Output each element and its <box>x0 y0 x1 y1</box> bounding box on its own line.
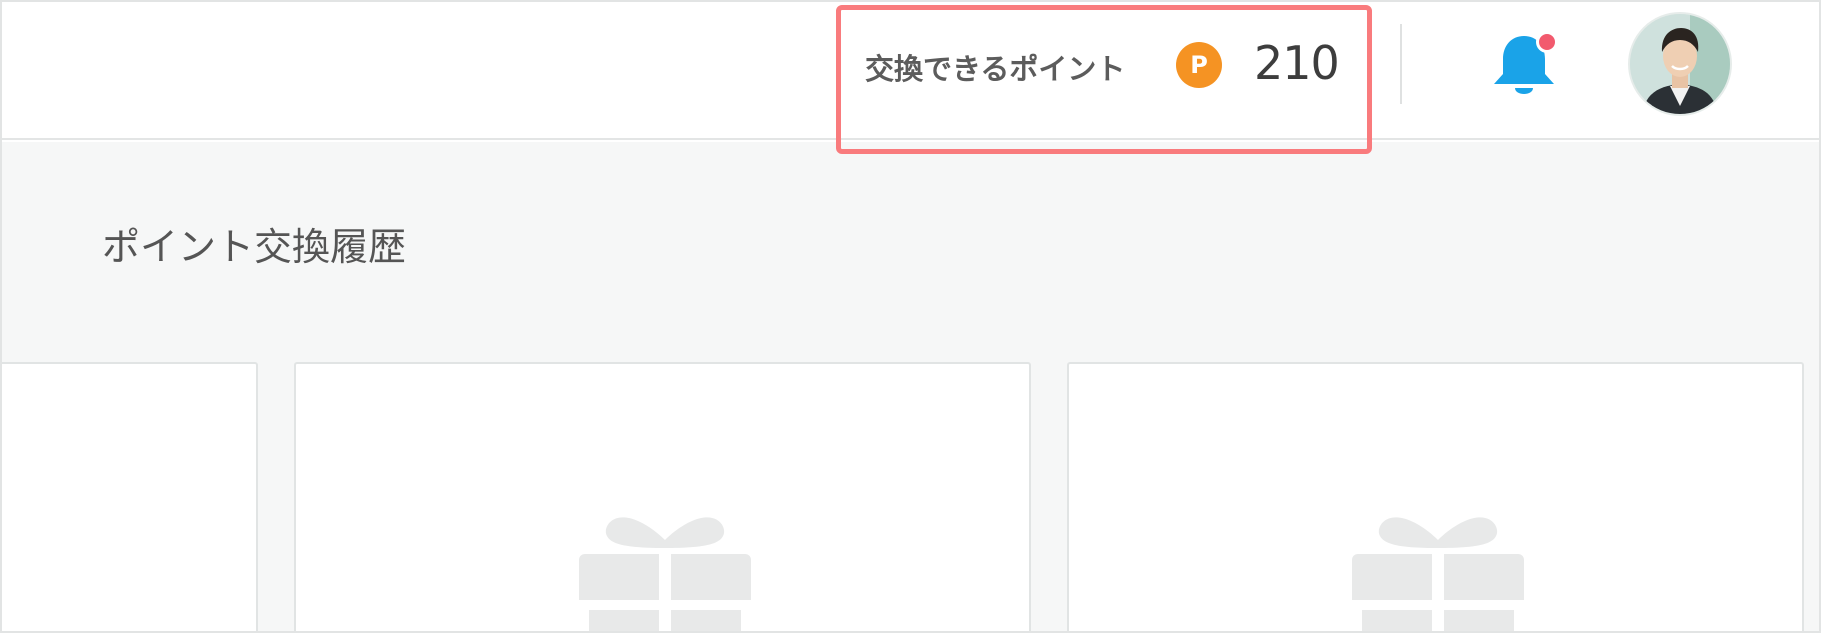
exchange-history-card[interactable] <box>0 362 258 633</box>
gift-icon <box>579 517 751 633</box>
avatar-photo <box>1630 14 1730 114</box>
exchange-history-card[interactable] <box>1067 362 1804 633</box>
notification-badge-dot <box>1536 31 1558 53</box>
points-highlight-box <box>836 5 1372 154</box>
header-divider <box>1400 24 1402 104</box>
top-header: 交換できるポイント P 210 <box>0 0 1821 154</box>
page-title: ポイント交換履歴 <box>102 225 407 269</box>
user-avatar[interactable] <box>1628 12 1732 116</box>
exchange-history-card[interactable] <box>294 362 1031 633</box>
gift-icon <box>1352 517 1524 633</box>
